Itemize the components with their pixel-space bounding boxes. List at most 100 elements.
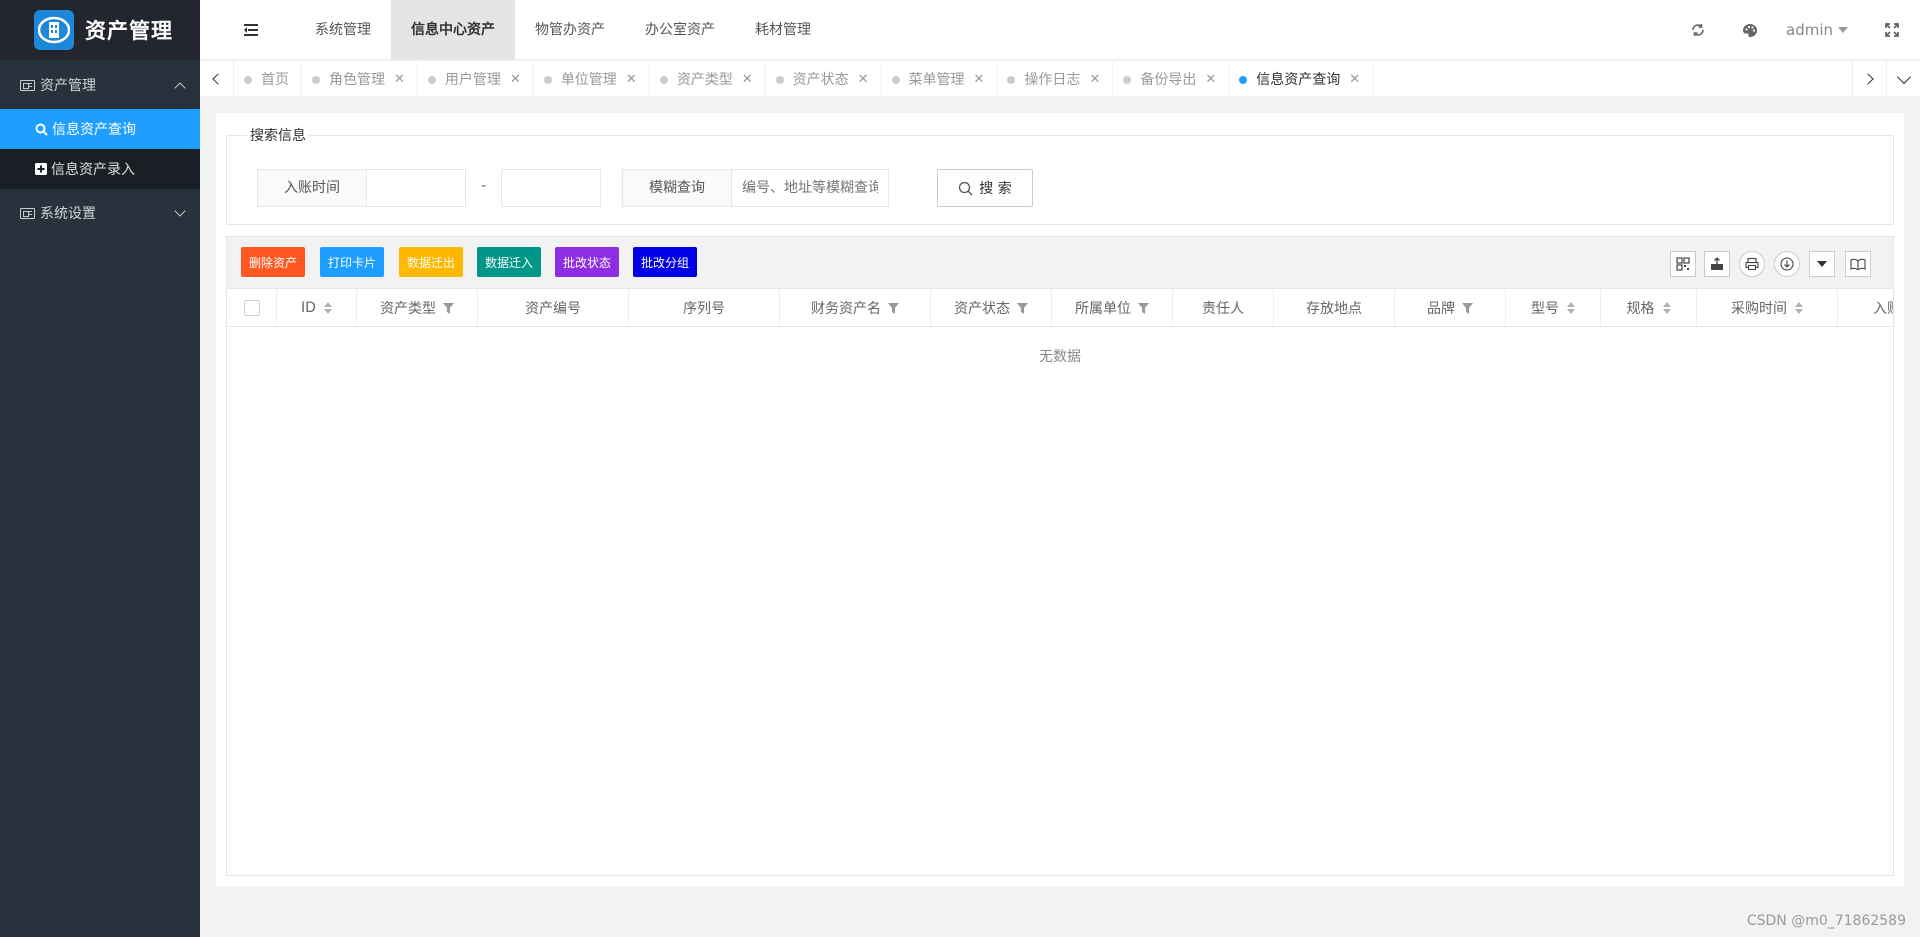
- tab-dot-icon: [1123, 76, 1132, 84]
- top-nav-office[interactable]: 办公室资产: [625, 0, 735, 60]
- asset-table: 删除资产 打印卡片 数据迁出 数据迁入 批改状态 批改分组 ID 资产类型 资产…: [226, 236, 1894, 876]
- close-icon[interactable]: ✕: [394, 72, 405, 87]
- download-icon[interactable]: [1774, 251, 1800, 277]
- grid-icon[interactable]: [1670, 251, 1696, 277]
- menu-group-system-settings[interactable]: 系统设置: [0, 189, 200, 237]
- search-button-label: 搜 索: [979, 181, 1012, 197]
- close-icon[interactable]: ✕: [1349, 72, 1360, 87]
- column-label: 责任人: [1202, 301, 1244, 317]
- select-all-checkbox[interactable]: [243, 300, 260, 316]
- tab-label: 信息资产查询: [1256, 72, 1341, 88]
- column-label: ID: [301, 300, 316, 316]
- column-label: 入账: [1873, 301, 1893, 317]
- sort-icon[interactable]: [1795, 302, 1803, 314]
- close-icon[interactable]: ✕: [858, 72, 869, 87]
- close-icon[interactable]: ✕: [1205, 72, 1216, 87]
- sort-icon[interactable]: [1662, 302, 1671, 314]
- top-nav-system[interactable]: 系统管理: [295, 0, 391, 60]
- close-icon[interactable]: ✕: [510, 72, 521, 87]
- delete-asset-button[interactable]: 删除资产: [241, 247, 306, 277]
- export-icon[interactable]: [1704, 251, 1730, 277]
- print-icon[interactable]: [1739, 251, 1765, 277]
- column-header-asset-number[interactable]: 资产编号: [478, 289, 629, 326]
- tab-users[interactable]: 用户管理 ✕: [418, 61, 534, 97]
- sort-icon[interactable]: [1567, 302, 1575, 314]
- close-icon[interactable]: ✕: [742, 72, 753, 87]
- chevron-down-icon: [174, 205, 186, 217]
- tab-asset-types[interactable]: 资产类型 ✕: [650, 61, 766, 97]
- column-header-brand[interactable]: 品牌: [1395, 289, 1506, 326]
- top-header: 系统管理 信息中心资产 物管办资产 办公室资产 耗材管理 admin: [200, 0, 1920, 60]
- top-nav-consumables[interactable]: 耗材管理: [735, 0, 831, 60]
- column-header-model[interactable]: 型号: [1506, 289, 1601, 326]
- column-header-id[interactable]: ID: [277, 289, 357, 326]
- menu-toggle-icon[interactable]: [244, 24, 258, 36]
- plus-square-icon: [35, 163, 47, 175]
- tab-operation-log[interactable]: 操作日志 ✕: [997, 61, 1114, 97]
- top-nav-info-center[interactable]: 信息中心资产: [391, 0, 515, 60]
- column-header-asset-type[interactable]: 资产类型: [357, 289, 478, 326]
- data-import-button[interactable]: 数据迁入: [477, 247, 542, 277]
- batch-group-button[interactable]: 批改分组: [633, 247, 698, 277]
- tab-dot-icon: [427, 76, 436, 84]
- filter-icon[interactable]: [1017, 302, 1028, 314]
- list-card-icon: [20, 207, 35, 219]
- column-header-financial-name[interactable]: 财务资产名: [780, 289, 931, 326]
- data-export-button[interactable]: 数据迁出: [399, 247, 464, 277]
- tab-home[interactable]: 首页: [234, 61, 302, 97]
- sidebar-item-asset-query[interactable]: 信息资产查询: [0, 109, 200, 149]
- caret-down-icon[interactable]: [1809, 251, 1835, 277]
- fuzzy-search-input[interactable]: [731, 169, 889, 207]
- sidebar-item-label: 信息资产录入: [51, 162, 135, 178]
- close-icon[interactable]: ✕: [1089, 72, 1100, 87]
- logo[interactable]: 资产管理: [0, 0, 200, 60]
- column-header-location[interactable]: 存放地点: [1274, 289, 1395, 326]
- date-start-input[interactable]: [366, 169, 466, 207]
- sidebar-item-label: 信息资产查询: [52, 122, 136, 138]
- top-nav: 系统管理 信息中心资产 物管办资产 办公室资产 耗材管理: [295, 0, 831, 60]
- sidebar-item-asset-entry[interactable]: 信息资产录入: [0, 149, 200, 189]
- book-icon[interactable]: [1845, 251, 1871, 277]
- tab-dot-icon: [1239, 76, 1248, 84]
- close-icon[interactable]: ✕: [626, 72, 637, 87]
- batch-status-button[interactable]: 批改状态: [555, 247, 620, 277]
- filter-icon[interactable]: [888, 302, 899, 314]
- tabs-dropdown-button[interactable]: [1886, 61, 1920, 97]
- column-header-purchase-date[interactable]: 采购时间: [1697, 289, 1838, 326]
- tabs-scroll-right-button[interactable]: [1852, 61, 1886, 97]
- column-header-entry[interactable]: 入账: [1838, 289, 1893, 326]
- tab-backup-export[interactable]: 备份导出 ✕: [1113, 61, 1230, 97]
- search-legend: 搜索信息: [250, 128, 306, 144]
- column-header-unit[interactable]: 所属单位: [1052, 289, 1173, 326]
- column-header-owner[interactable]: 责任人: [1173, 289, 1274, 326]
- tab-asset-query[interactable]: 信息资产查询 ✕: [1229, 61, 1374, 97]
- tab-dot-icon: [244, 76, 252, 84]
- header-right: admin: [1672, 0, 1920, 60]
- column-header-serial-number[interactable]: 序列号: [629, 289, 780, 326]
- tab-units[interactable]: 单位管理 ✕: [534, 61, 650, 97]
- tab-asset-status[interactable]: 资产状态 ✕: [766, 61, 882, 97]
- filter-icon[interactable]: [1138, 302, 1149, 314]
- column-header-asset-status[interactable]: 资产状态: [931, 289, 1052, 326]
- user-menu[interactable]: admin: [1786, 21, 1848, 39]
- menu-group-asset-management[interactable]: 资产管理: [0, 61, 200, 109]
- filter-icon[interactable]: [443, 302, 454, 314]
- date-end-input[interactable]: [501, 169, 601, 207]
- filter-icon[interactable]: [1462, 302, 1473, 314]
- range-separator: -: [481, 178, 487, 194]
- column-header-spec[interactable]: 规格: [1601, 289, 1697, 326]
- column-label: 规格: [1626, 301, 1655, 317]
- tabs-scroll-left-button[interactable]: [200, 61, 234, 97]
- close-icon[interactable]: ✕: [974, 72, 985, 87]
- sort-icon[interactable]: [323, 302, 332, 314]
- top-nav-property-office[interactable]: 物管办资产: [515, 0, 625, 60]
- tab-menus[interactable]: 菜单管理 ✕: [882, 61, 998, 97]
- tab-dot-icon: [312, 76, 320, 84]
- fullscreen-icon[interactable]: [1882, 20, 1902, 40]
- print-card-button[interactable]: 打印卡片: [320, 247, 385, 277]
- theme-palette-icon[interactable]: [1740, 20, 1760, 40]
- tab-roles[interactable]: 角色管理 ✕: [302, 61, 418, 97]
- column-label: 型号: [1531, 301, 1559, 317]
- search-button[interactable]: 搜 索: [937, 169, 1033, 207]
- refresh-icon[interactable]: [1688, 20, 1708, 40]
